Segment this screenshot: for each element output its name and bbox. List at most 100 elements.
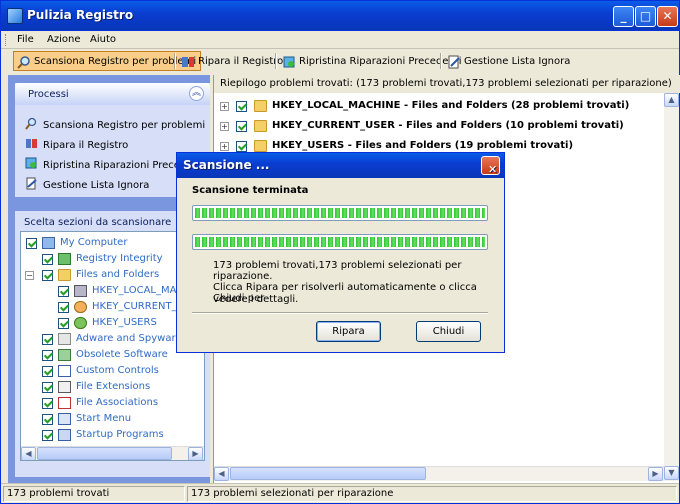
- dialog-close-button[interactable]: ✕: [481, 156, 500, 176]
- menu-file[interactable]: File: [17, 34, 34, 45]
- task-scan-label: Scansiona Registro per problemi: [43, 120, 205, 131]
- dialog-separator: [192, 312, 488, 314]
- collapse-tree-icon[interactable]: −: [25, 271, 34, 280]
- scan-status-heading: Scansione terminata: [192, 185, 309, 196]
- menu-azione[interactable]: Azione: [47, 34, 80, 45]
- checkbox[interactable]: [236, 121, 247, 132]
- maximize-button[interactable]: □: [635, 6, 656, 27]
- dialog-title-bar: Scansione ... ✕: [177, 153, 504, 178]
- expand-icon[interactable]: +: [220, 122, 229, 131]
- checkbox[interactable]: [42, 254, 53, 265]
- tree-item[interactable]: Adware and Spyware: [76, 333, 182, 344]
- task-repair-label: Ripara il Registro: [43, 140, 129, 151]
- repair-dialog-button[interactable]: Ripara: [316, 321, 381, 342]
- repair-icon: [25, 137, 38, 150]
- summary-row[interactable]: HKEY_USERS - Files and Folders (19 probl…: [272, 140, 573, 151]
- scroll-right-icon[interactable]: ▶: [648, 467, 663, 481]
- folder-icon: [254, 100, 267, 112]
- status-bar: 173 problemi trovati 173 problemi selezi…: [1, 483, 679, 503]
- toolbar-separator: [275, 53, 277, 69]
- tree-item[interactable]: File Associations: [76, 397, 158, 408]
- tree-item[interactable]: Registry Integrity: [76, 253, 163, 264]
- scroll-thumb[interactable]: [37, 447, 172, 460]
- close-dialog-button[interactable]: Chiudi: [416, 321, 481, 342]
- tree-item[interactable]: Files and Folders: [76, 269, 159, 280]
- task-scan[interactable]: Scansiona Registro per problemi: [25, 117, 205, 131]
- summary-vscrollbar[interactable]: ▲ ▼: [664, 93, 679, 481]
- checkbox[interactable]: [42, 366, 53, 377]
- tree-item[interactable]: Custom Controls: [76, 365, 159, 376]
- server-icon: [74, 285, 87, 297]
- checkbox[interactable]: [42, 350, 53, 361]
- dialog-title: Scansione ...: [183, 158, 270, 172]
- checkbox[interactable]: [58, 286, 69, 297]
- tree-item[interactable]: My Computer: [60, 237, 127, 248]
- tree-item[interactable]: HKEY_USERS: [92, 317, 157, 328]
- checkbox[interactable]: [236, 141, 247, 152]
- scan-dialog: Scansione ... ✕ Scansione terminata 173 …: [176, 152, 505, 353]
- checkbox[interactable]: [42, 398, 53, 409]
- ignore-list-label: Gestione Lista Ignora: [464, 56, 571, 67]
- checkbox[interactable]: [42, 270, 53, 281]
- checkbox[interactable]: [58, 318, 69, 329]
- expand-icon[interactable]: +: [220, 142, 229, 151]
- processes-header[interactable]: Processi ︽: [15, 83, 210, 105]
- tree-item[interactable]: Startup Programs: [76, 429, 164, 440]
- checkbox[interactable]: [42, 430, 53, 441]
- checkbox[interactable]: [236, 101, 247, 112]
- file-icon: [58, 381, 71, 393]
- folder-icon: [254, 120, 267, 132]
- tree-item[interactable]: Obsolete Software: [76, 349, 168, 360]
- tree-hscrollbar[interactable]: ◀ ▶: [21, 446, 204, 460]
- list-edit-icon: [447, 55, 461, 69]
- association-icon: [58, 397, 71, 409]
- scroll-down-icon[interactable]: ▼: [664, 466, 679, 480]
- ignore-list-button[interactable]: Gestione Lista Ignora: [443, 51, 575, 71]
- processes-title: Processi: [28, 89, 69, 100]
- task-ignore-label: Gestione Lista Ignora: [43, 180, 150, 191]
- toolbar: Scansiona Registro per problemi Ripara i…: [1, 50, 679, 72]
- checkbox[interactable]: [26, 238, 37, 249]
- restore-icon: [25, 157, 38, 170]
- magnifier-icon: [17, 55, 31, 69]
- computer-icon: [42, 237, 55, 249]
- menu-aiuto[interactable]: Aiuto: [90, 34, 116, 45]
- checkbox[interactable]: [58, 302, 69, 313]
- folder-icon: [254, 140, 267, 152]
- tree-item[interactable]: Start Menu: [76, 413, 131, 424]
- repair-button[interactable]: Ripara il Registro: [177, 51, 288, 71]
- scroll-left-icon[interactable]: ◀: [21, 447, 36, 460]
- scroll-left-icon[interactable]: ◀: [214, 467, 229, 481]
- window-title: Pulizia Registro: [27, 8, 134, 22]
- status-selected: 173 problemi selezionati per riparazione: [187, 486, 677, 502]
- progress-fill: [195, 208, 485, 218]
- progress-bar-2: [192, 234, 488, 250]
- scroll-right-icon[interactable]: ▶: [188, 447, 203, 460]
- scroll-thumb[interactable]: [230, 467, 426, 480]
- toolbar-separator: [174, 53, 176, 69]
- close-button[interactable]: ✕: [657, 6, 678, 27]
- scan-button[interactable]: Scansiona Registro per problemi: [13, 51, 202, 71]
- tree-item[interactable]: File Extensions: [76, 381, 150, 392]
- close-icon: ✕: [488, 163, 498, 176]
- scroll-up-icon[interactable]: ▲: [664, 93, 679, 107]
- collapse-icon[interactable]: ︽: [189, 86, 204, 101]
- checkbox[interactable]: [42, 382, 53, 393]
- summary-row[interactable]: HKEY_LOCAL_MACHINE - Files and Folders (…: [272, 100, 629, 111]
- summary-hscrollbar[interactable]: ◀ ▶: [214, 466, 664, 481]
- expand-icon[interactable]: +: [220, 102, 229, 111]
- restore-button[interactable]: Ripristina Riparazioni Precedenti: [278, 51, 467, 71]
- scan-hint-text-2: vedere i dettagli.: [213, 294, 299, 305]
- toolbar-separator: [440, 53, 442, 69]
- magnifier-icon: [25, 117, 38, 130]
- title-bar: Pulizia Registro _ □ ✕: [1, 1, 679, 31]
- summary-header: Riepilogo problemi trovati: (173 problem…: [214, 75, 680, 93]
- menu-bar: File Azione Aiuto: [1, 31, 679, 49]
- minimize-button[interactable]: _: [613, 6, 634, 27]
- checkbox[interactable]: [42, 414, 53, 425]
- folder-icon: [58, 269, 71, 281]
- checkbox[interactable]: [42, 334, 53, 345]
- summary-row[interactable]: HKEY_CURRENT_USER - Files and Folders (1…: [272, 120, 624, 131]
- controls-icon: [58, 365, 71, 377]
- task-repair[interactable]: Ripara il Registro: [25, 137, 205, 151]
